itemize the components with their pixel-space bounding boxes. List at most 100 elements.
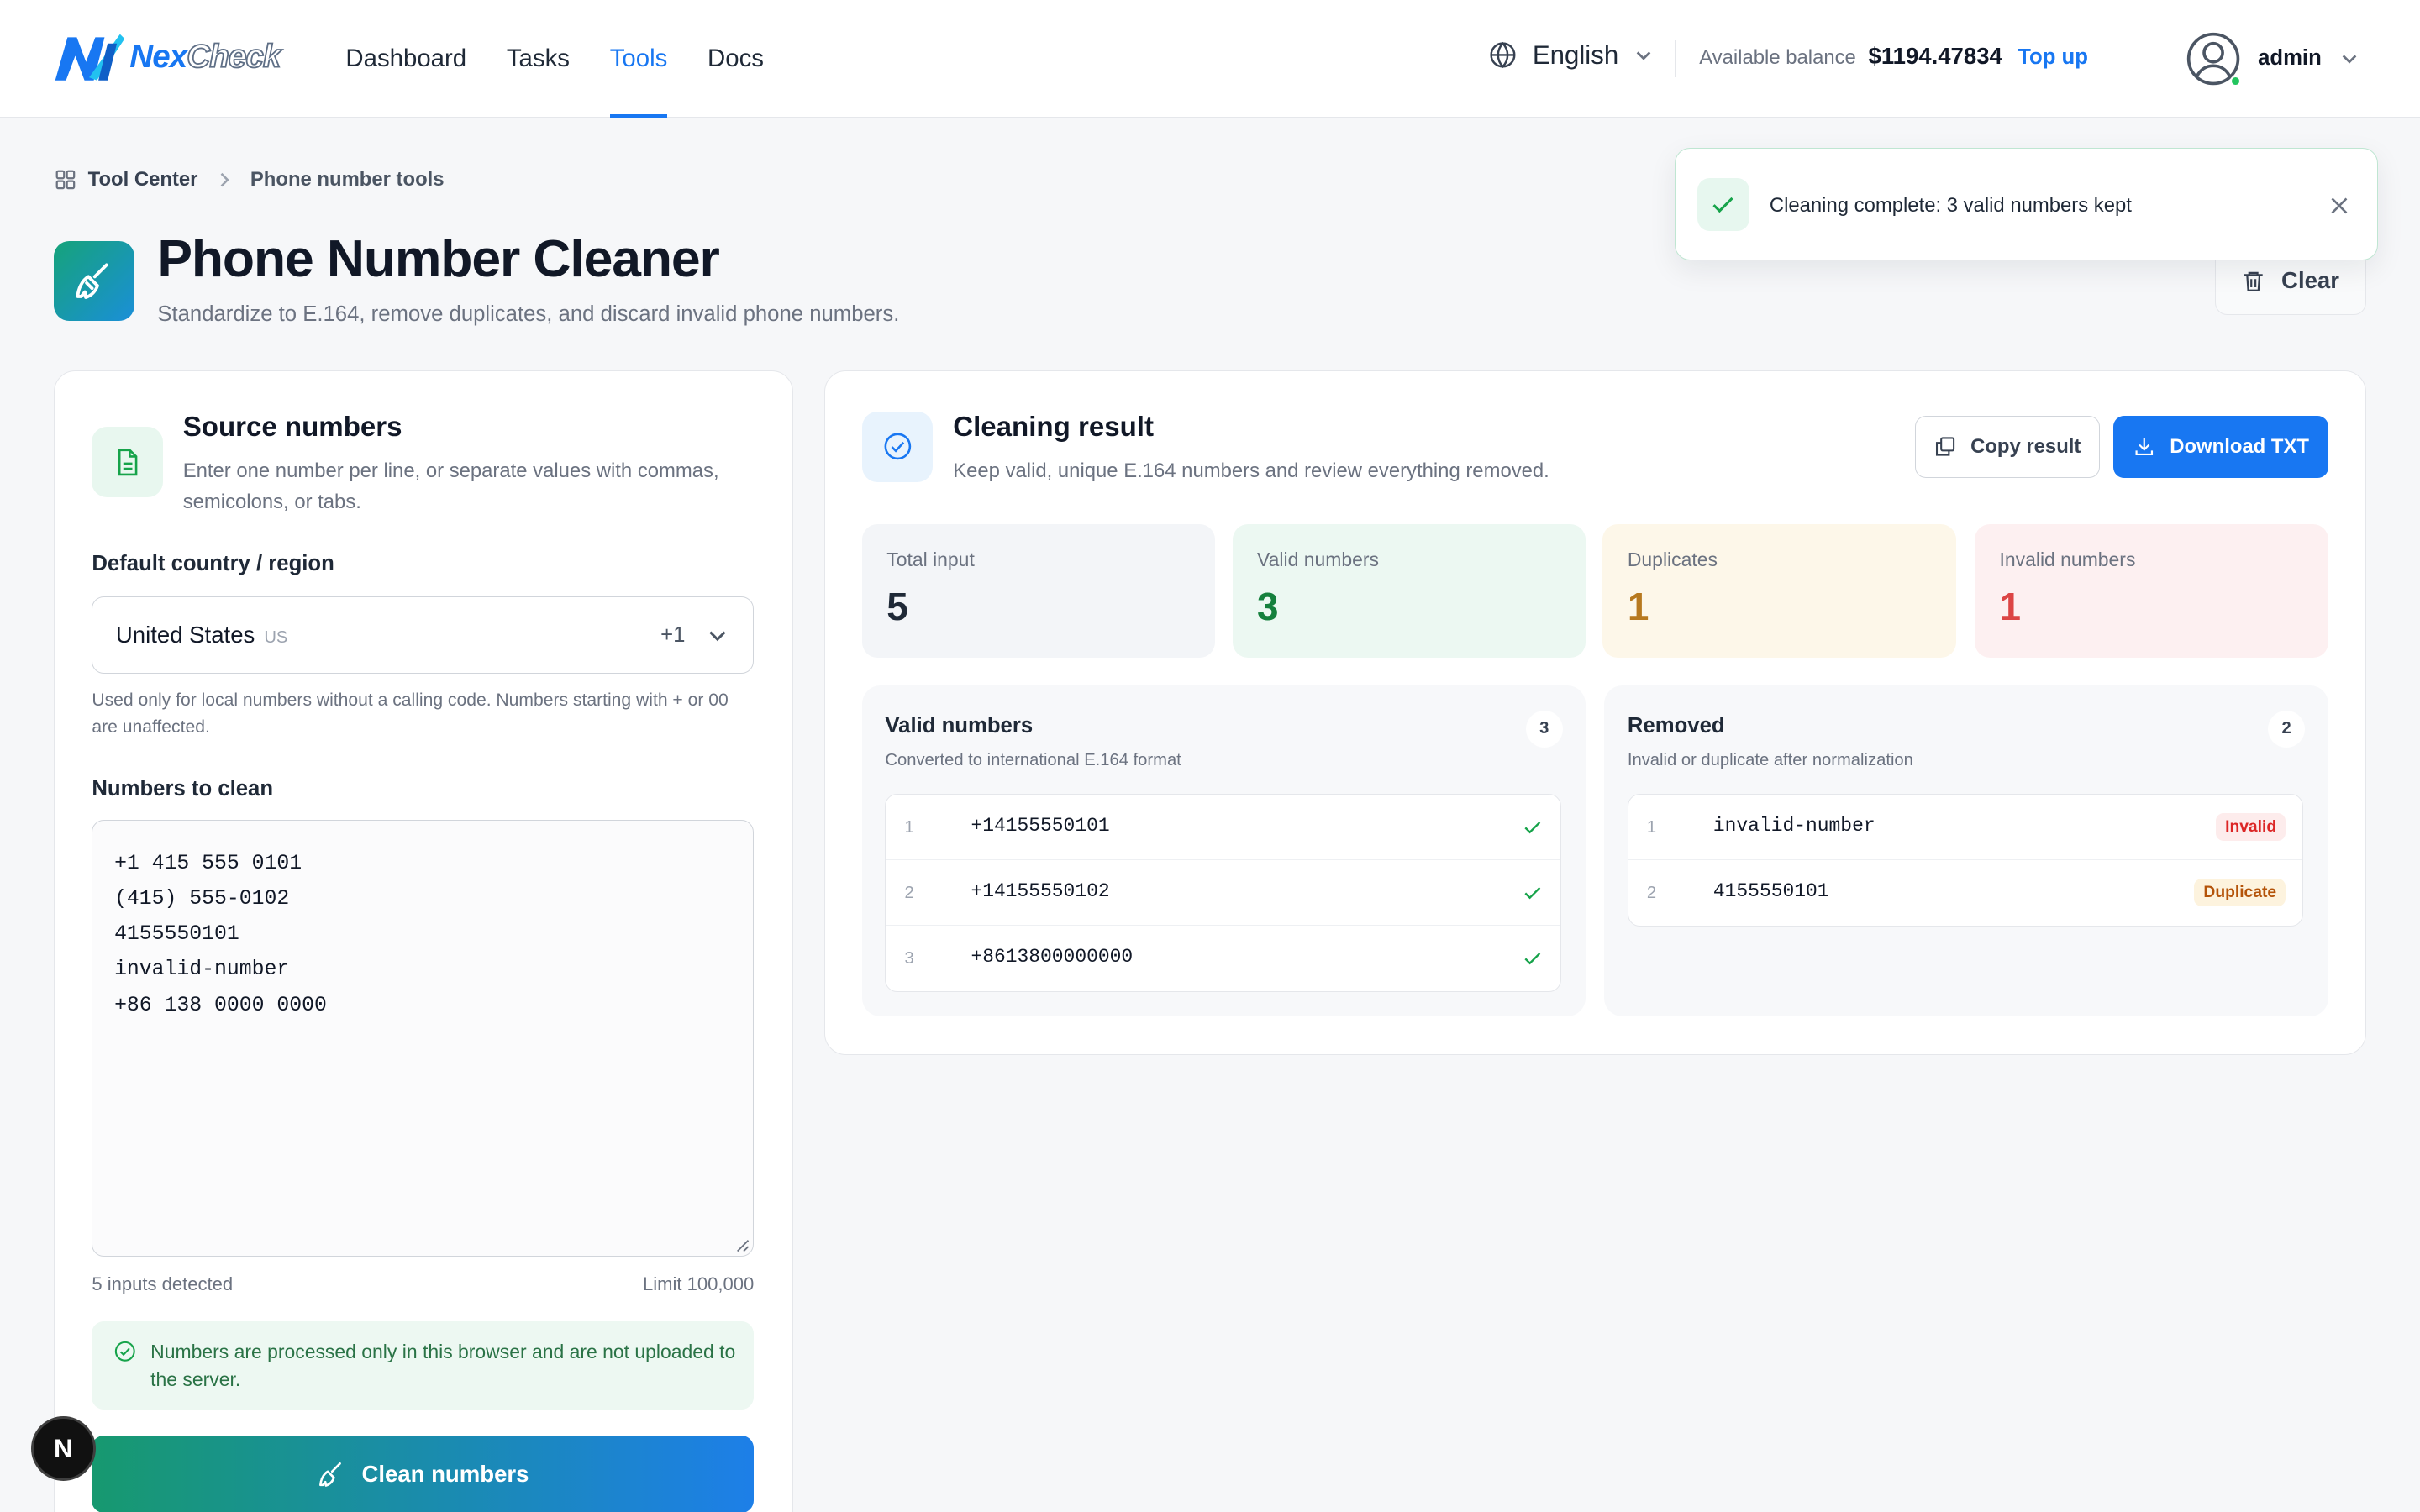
valid-count-badge: 3: [1525, 710, 1563, 748]
balance-value: $1194.47834: [1868, 43, 2002, 70]
input-counts: 5 inputs detected Limit 100,000: [92, 1273, 754, 1295]
logo-text: NexCheck: [129, 38, 281, 76]
online-status-dot: [2230, 75, 2241, 87]
logo-mark-icon: [55, 34, 125, 81]
nav-dashboard[interactable]: Dashboard: [345, 0, 466, 118]
cleaning-result-card: Cleaning result Keep valid, unique E.164…: [823, 370, 2366, 1056]
stat-invalid-numbers: Invalid numbers 1: [1975, 523, 2328, 659]
phone-number: +14155550102: [971, 879, 1110, 902]
chevron-right-icon: [220, 172, 229, 187]
removed-count-badge: 2: [2268, 710, 2306, 748]
download-txt-button[interactable]: Download TXT: [2113, 416, 2328, 478]
duplicate-badge: Duplicate: [2194, 879, 2286, 907]
valid-numbers-panel: Valid numbers Converted to international…: [861, 685, 1586, 1016]
phone-number: +8613800000000: [971, 946, 1134, 968]
result-title: Cleaning result: [953, 411, 1154, 443]
stat-duplicates: Duplicates 1: [1602, 523, 1957, 659]
valid-panel-title: Valid numbers: [885, 713, 1034, 738]
globe-icon: [1489, 42, 1516, 69]
broom-icon: [319, 1462, 342, 1487]
resize-handle-icon[interactable]: [734, 1237, 750, 1252]
list-item: 1 invalid-number Invalid: [1628, 795, 2303, 861]
chevron-down-icon: [709, 631, 726, 642]
source-title: Source numbers: [182, 411, 402, 443]
download-icon: [2135, 438, 2154, 456]
check-icon: [1524, 886, 1541, 900]
privacy-notice: Numbers are processed only in this brows…: [92, 1321, 755, 1410]
clean-numbers-button[interactable]: Clean numbers: [92, 1436, 755, 1512]
dial-code: +1: [660, 623, 686, 648]
list-item: 3 +8613800000000: [886, 926, 1560, 991]
check-icon: [1697, 178, 1749, 231]
country-select[interactable]: United States US +1: [92, 596, 755, 674]
page-title: Phone Number Cleaner: [157, 228, 720, 288]
breadcrumb-current: Phone number tools: [250, 168, 445, 192]
balance-label: Available balance: [1699, 46, 1856, 70]
nav-tasks[interactable]: Tasks: [507, 0, 570, 118]
dev-tools-badge[interactable]: N: [30, 1416, 96, 1482]
copy-result-label: Copy result: [1970, 434, 2081, 458]
breadcrumb-tool-center[interactable]: Tool Center: [88, 168, 198, 192]
close-icon[interactable]: [2329, 194, 2349, 223]
broom-icon: [54, 240, 134, 322]
source-numbers-card: Source numbers Enter one number per line…: [54, 370, 794, 1512]
row-index: 2: [904, 883, 914, 902]
copy-icon: [1936, 437, 1955, 456]
chevron-down-icon: [2342, 55, 2357, 64]
breadcrumb: Tool Center Phone number tools: [55, 168, 445, 192]
removed-numbers-panel: Removed Invalid or duplicate after norma…: [1604, 685, 2328, 1016]
phone-number: invalid-number: [1712, 814, 1876, 837]
valid-panel-description: Converted to international E.164 format: [885, 750, 1181, 769]
stat-value: 1: [1999, 585, 2022, 629]
clean-numbers-label: Clean numbers: [361, 1461, 529, 1488]
privacy-text: Numbers are processed only in this brows…: [150, 1341, 736, 1391]
page-subtitle: Standardize to E.164, remove duplicates,…: [157, 302, 900, 326]
stat-total-input: Total input 5: [861, 523, 1216, 659]
clear-label: Clear: [2281, 267, 2339, 294]
check-icon: [1524, 821, 1541, 834]
nav-docs[interactable]: Docs: [708, 0, 764, 118]
divider: [1674, 39, 1676, 77]
row-index: 3: [904, 948, 914, 968]
main-nav: Dashboard Tasks Tools Docs: [345, 0, 803, 118]
country-code: US: [264, 628, 288, 648]
document-icon: [92, 426, 163, 498]
download-txt-label: Download TXT: [2170, 434, 2309, 458]
avatar: [2186, 31, 2241, 87]
user-menu[interactable]: admin: [2186, 31, 2359, 87]
stat-label: Duplicates: [1627, 549, 1718, 570]
stat-valid-numbers: Valid numbers 3: [1232, 523, 1586, 659]
input-limit: Limit 100,000: [643, 1273, 755, 1295]
stat-value: 1: [1627, 585, 1649, 629]
username: admin: [2258, 46, 2322, 71]
top-up-link[interactable]: Top up: [2018, 45, 2088, 70]
copy-result-button[interactable]: Copy result: [1914, 416, 2100, 478]
stat-value: 5: [886, 585, 908, 629]
row-index: 2: [1646, 883, 1657, 902]
numbers-textarea[interactable]: +1 415 555 0101 (415) 555-0102 415555010…: [92, 820, 755, 1257]
top-bar: NexCheck Dashboard Tasks Tools Docs Engl…: [0, 0, 2420, 118]
country-help-text: Used only for local numbers without a ca…: [92, 690, 729, 737]
result-description: Keep valid, unique E.164 numbers and rev…: [953, 459, 1549, 482]
phone-number: +14155550101: [971, 814, 1110, 837]
check-icon: [1524, 952, 1541, 965]
inputs-detected: 5 inputs detected: [92, 1273, 234, 1295]
row-index: 1: [904, 817, 914, 837]
chevron-down-icon: [1636, 51, 1650, 60]
stat-label: Valid numbers: [1257, 549, 1379, 570]
nav-tools[interactable]: Tools: [609, 0, 668, 118]
trash-icon: [2244, 271, 2264, 291]
country-label: Default country / region: [92, 551, 334, 575]
removed-numbers-list: 1 invalid-number Invalid 2 4155550101 Du…: [1627, 794, 2304, 927]
removed-panel-description: Invalid or duplicate after normalization: [1627, 750, 1913, 769]
language-selector[interactable]: English: [1488, 40, 1668, 71]
check-circle-icon: [114, 1341, 135, 1362]
language-label: English: [1532, 39, 1619, 70]
row-index: 1: [1646, 817, 1657, 837]
logo[interactable]: NexCheck: [52, 31, 281, 83]
check-circle-icon: [861, 411, 934, 483]
valid-numbers-list: 1 +14155550101 2 +14155550102 3 +8613800…: [885, 794, 1561, 993]
list-item: 2 +14155550102: [886, 860, 1560, 927]
removed-panel-title: Removed: [1627, 713, 1725, 738]
phone-number: 4155550101: [1712, 879, 1829, 902]
